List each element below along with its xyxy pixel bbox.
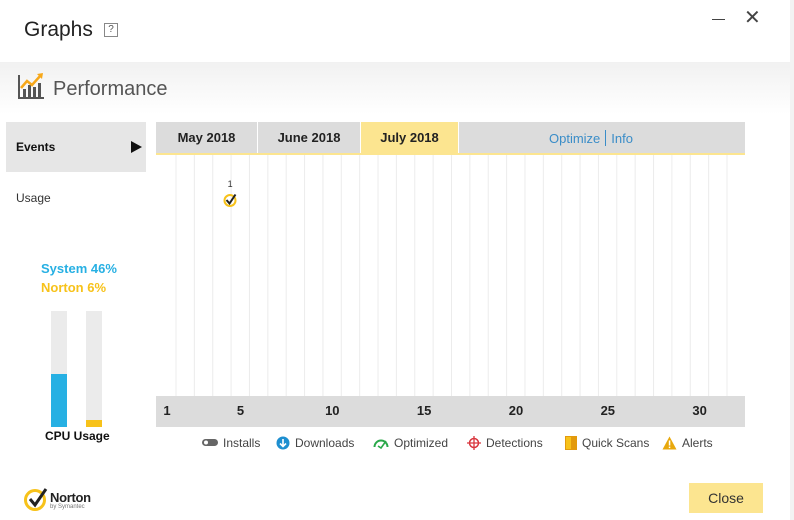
installs-icon [202, 439, 218, 446]
legend-item-alerts: Alerts [662, 436, 713, 450]
axis-tick-label: 15 [416, 403, 432, 418]
legend-item-detections: Detections [467, 436, 543, 450]
detections-icon [467, 436, 481, 450]
info-link[interactable]: Info [611, 131, 633, 146]
link-separator [605, 130, 607, 146]
cpu-system-label: System 46% [41, 261, 117, 276]
section-header: Performance [0, 62, 794, 114]
close-icon[interactable]: ✕ [744, 8, 761, 28]
help-icon[interactable]: ? [104, 23, 118, 37]
event-marker-optimized-icon[interactable] [223, 193, 237, 207]
legend-label: Optimized [394, 436, 449, 450]
title-bar: Graphs ? ✕ [0, 0, 794, 62]
window-edge [790, 0, 794, 520]
axis-tick-label: 5 [236, 403, 245, 418]
legend-item-optimized: Optimized [373, 436, 448, 450]
legend-label: Downloads [295, 436, 355, 450]
cpu-norton-label: Norton 6% [41, 280, 106, 295]
norton-brand-name: Norton [50, 490, 91, 505]
chart-links: Optimize Info [549, 130, 633, 146]
cpu-norton-fill [86, 420, 102, 427]
day-axis: 1 5 10 15 20 25 30 [156, 396, 745, 427]
alerts-icon [662, 436, 677, 450]
legend-label: Installs [223, 436, 261, 450]
cpu-norton-bar [86, 311, 102, 427]
section-title: Performance [53, 78, 168, 100]
downloads-icon [276, 436, 290, 450]
legend-label: Quick Scans [582, 436, 650, 450]
legend-label: Alerts [682, 436, 713, 450]
optimized-icon [373, 439, 389, 449]
legend-item-downloads: Downloads [276, 436, 354, 450]
close-button[interactable]: Close [689, 483, 763, 513]
event-count-label: 1 [227, 179, 233, 189]
performance-chart-icon [18, 73, 44, 99]
norton-brand-sub: by Symantec [50, 504, 85, 510]
cpu-system-fill [51, 373, 67, 427]
axis-tick-label: 20 [508, 403, 524, 418]
optimize-link[interactable]: Optimize [549, 131, 600, 146]
nav-item-usage[interactable]: Usage [6, 172, 146, 222]
axis-tick-label: 1 [163, 403, 171, 418]
day-grid [175, 155, 728, 396]
minimize-icon[interactable] [712, 10, 726, 28]
tab-june-2018[interactable]: June 2018 [258, 122, 361, 153]
left-nav: Events Usage [6, 122, 146, 222]
nav-item-events[interactable]: Events [6, 122, 146, 172]
axis-tick-label: 25 [600, 403, 616, 418]
cpu-system-bar [51, 311, 67, 427]
window-title: Graphs [24, 18, 93, 41]
nav-item-label: Events [16, 140, 56, 154]
month-tabs: May 2018 June 2018 July 2018 Optimize Inf… [156, 122, 745, 153]
quick-scans-icon [565, 436, 577, 450]
norton-check-icon [24, 488, 48, 511]
nav-item-label: Usage [16, 191, 51, 205]
tab-may-2018[interactable]: May 2018 [156, 122, 258, 153]
axis-tick-label: 30 [692, 403, 707, 418]
norton-logo: Norton by Symantec [24, 486, 104, 516]
legend-item-installs: Installs [202, 436, 260, 450]
axis-tick-label: 10 [325, 403, 340, 418]
legend-item-quick-scans: Quick Scans [565, 436, 649, 450]
arrow-right-icon [131, 141, 142, 153]
events-plot-area: 1 [156, 155, 745, 396]
cpu-usage-label: CPU Usage [45, 429, 110, 443]
legend-label: Detections [486, 436, 543, 450]
tab-july-2018[interactable]: July 2018 [361, 122, 459, 153]
events-chart: May 2018 June 2018 July 2018 Optimize Inf… [156, 122, 745, 427]
